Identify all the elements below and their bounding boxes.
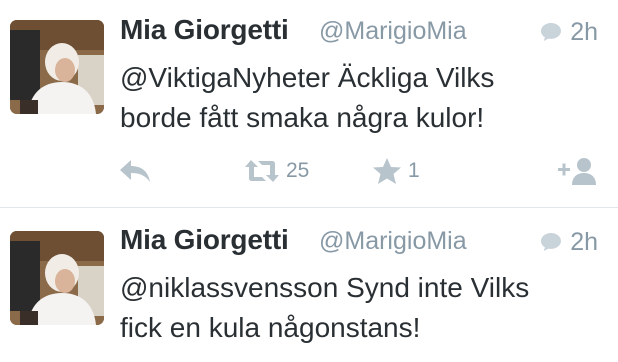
follow-icon (558, 158, 596, 185)
display-name[interactable]: Mia Giorgetti (120, 224, 289, 256)
star-icon (373, 158, 401, 184)
reply-icon (120, 160, 150, 182)
follow-button[interactable] (556, 154, 600, 188)
speech-bubble-icon (541, 23, 562, 41)
reply-button[interactable] (118, 154, 152, 188)
tweet-feed: Mia Giorgetti @MarigioMia 2h @ViktigaNyh… (0, 0, 618, 362)
tweet-text-line: fick en kula någonstans! (120, 312, 421, 343)
time-label: 2h (570, 17, 598, 46)
avatar-photo (10, 20, 104, 114)
tweet[interactable]: Mia Giorgetti @MarigioMia 2h @niklassven… (0, 210, 618, 362)
tweet-actions: 25 1 (0, 154, 618, 188)
tweet-text: @niklassvensson Synd inte Vilks fick en … (120, 268, 600, 348)
tweet-text-line: @ViktigaNyheter Äckliga Vilks (120, 62, 495, 93)
tweet-text-line: borde fått smaka några kulor! (120, 102, 485, 133)
avatar-photo (10, 231, 104, 325)
timestamp: 2h (540, 226, 598, 258)
display-name[interactable]: Mia Giorgetti (120, 14, 289, 46)
tweet-divider (0, 207, 618, 208)
tweet-text: @ViktigaNyheter Äckliga Vilks borde fått… (120, 58, 600, 138)
retweet-count: 25 (286, 159, 310, 182)
timestamp: 2h (540, 16, 598, 48)
avatar[interactable] (10, 231, 104, 325)
speech-bubble-icon (541, 233, 562, 251)
tweet-text-line: @niklassvensson Synd inte Vilks (120, 272, 530, 303)
tweet[interactable]: Mia Giorgetti @MarigioMia 2h @ViktigaNyh… (0, 0, 618, 208)
time-label: 2h (570, 227, 598, 256)
user-handle[interactable]: @MarigioMia (319, 227, 467, 256)
user-handle[interactable]: @MarigioMia (319, 17, 467, 46)
favorite-count: 1 (408, 159, 420, 182)
retweet-button[interactable]: 25 (244, 154, 309, 188)
avatar[interactable] (10, 20, 104, 114)
favorite-button[interactable]: 1 (372, 154, 420, 188)
retweet-icon (245, 160, 279, 182)
